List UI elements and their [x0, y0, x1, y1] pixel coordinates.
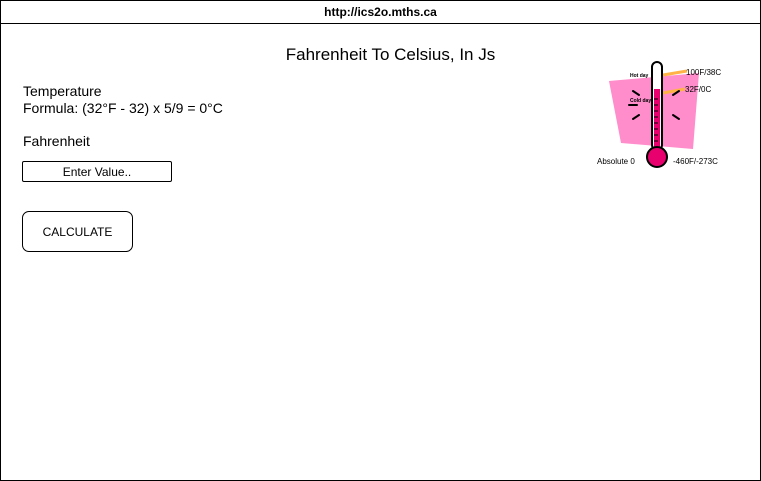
label-freeze-temp: 32F/0C	[685, 85, 711, 94]
fahrenheit-input[interactable]	[22, 161, 172, 182]
label-absolute-zero: Absolute 0	[597, 157, 635, 166]
formula-text: Formula: (32°F - 32) x 5/9 = 0°C	[23, 100, 223, 116]
label-cold-day: Cold day	[630, 98, 651, 104]
label-hot-day: Hot day	[630, 73, 649, 79]
label-bottom-temp: -460F/-273C	[673, 157, 718, 166]
thermometer-illustration: Hot day Cold day 100F/38C 32F/0C Absolut…	[593, 59, 733, 171]
url-bar[interactable]: http://ics2o.mths.ca	[1, 1, 760, 24]
thermometer-bulb	[646, 146, 668, 168]
url-text: http://ics2o.mths.ca	[324, 5, 437, 19]
thermometer-graphic: Hot day Cold day 100F/38C 32F/0C Absolut…	[597, 61, 721, 168]
calculate-button[interactable]: CALCULATE	[22, 211, 133, 252]
label-hot-temp: 100F/38C	[686, 68, 721, 77]
browser-window: http://ics2o.mths.ca Fahrenheit To Celsi…	[0, 0, 761, 481]
fahrenheit-label: Fahrenheit	[23, 133, 90, 149]
temperature-heading: Temperature	[23, 83, 102, 99]
thermometer-mercury	[654, 89, 660, 151]
